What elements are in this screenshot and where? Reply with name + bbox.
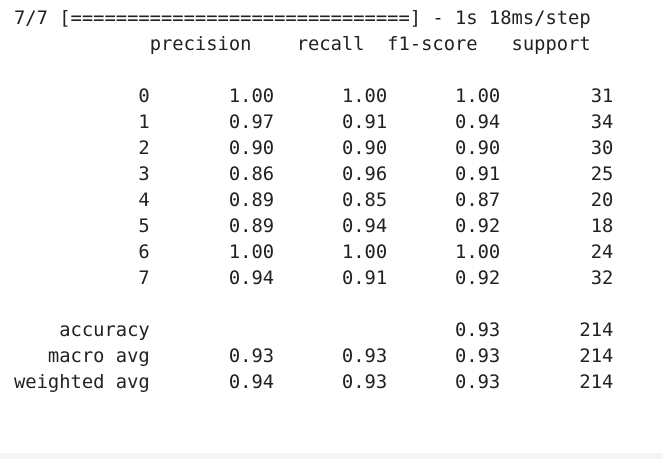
class-row: 4 0.89 0.85 0.87 20 [138,190,614,211]
class-row: 5 0.89 0.94 0.92 18 [138,216,614,237]
output-bottom-bar [0,453,663,459]
report-header: precision recall f1-score support [14,34,591,55]
header-f1-score: f1-score [387,34,478,55]
class-row: 2 0.90 0.90 0.90 30 [138,138,614,159]
header-support: support [511,34,591,55]
header-recall: recall [296,34,365,55]
class-row: 0 1.00 1.00 1.00 31 [138,86,614,107]
notebook-output-cell: 7/7 [==============================] - 1… [0,0,663,459]
output-stream: 7/7 [==============================] - 1… [14,6,613,396]
progress-line: 7/7 [==============================] - 1… [14,8,591,29]
class-row: 7 0.94 0.91 0.92 32 [138,268,614,289]
header-precision: precision [149,34,252,55]
class-row: 6 1.00 1.00 1.00 24 [138,242,614,263]
class-row: 3 0.86 0.96 0.91 25 [138,164,614,185]
weighted-avg-row: weighted avg 0.94 0.93 0.93 214 [14,372,614,393]
class-row: 1 0.97 0.91 0.94 34 [138,112,614,133]
macro-avg-row: macro avg 0.93 0.93 0.93 214 [47,346,614,367]
accuracy-row: accuracy 0.93 214 [59,320,614,341]
